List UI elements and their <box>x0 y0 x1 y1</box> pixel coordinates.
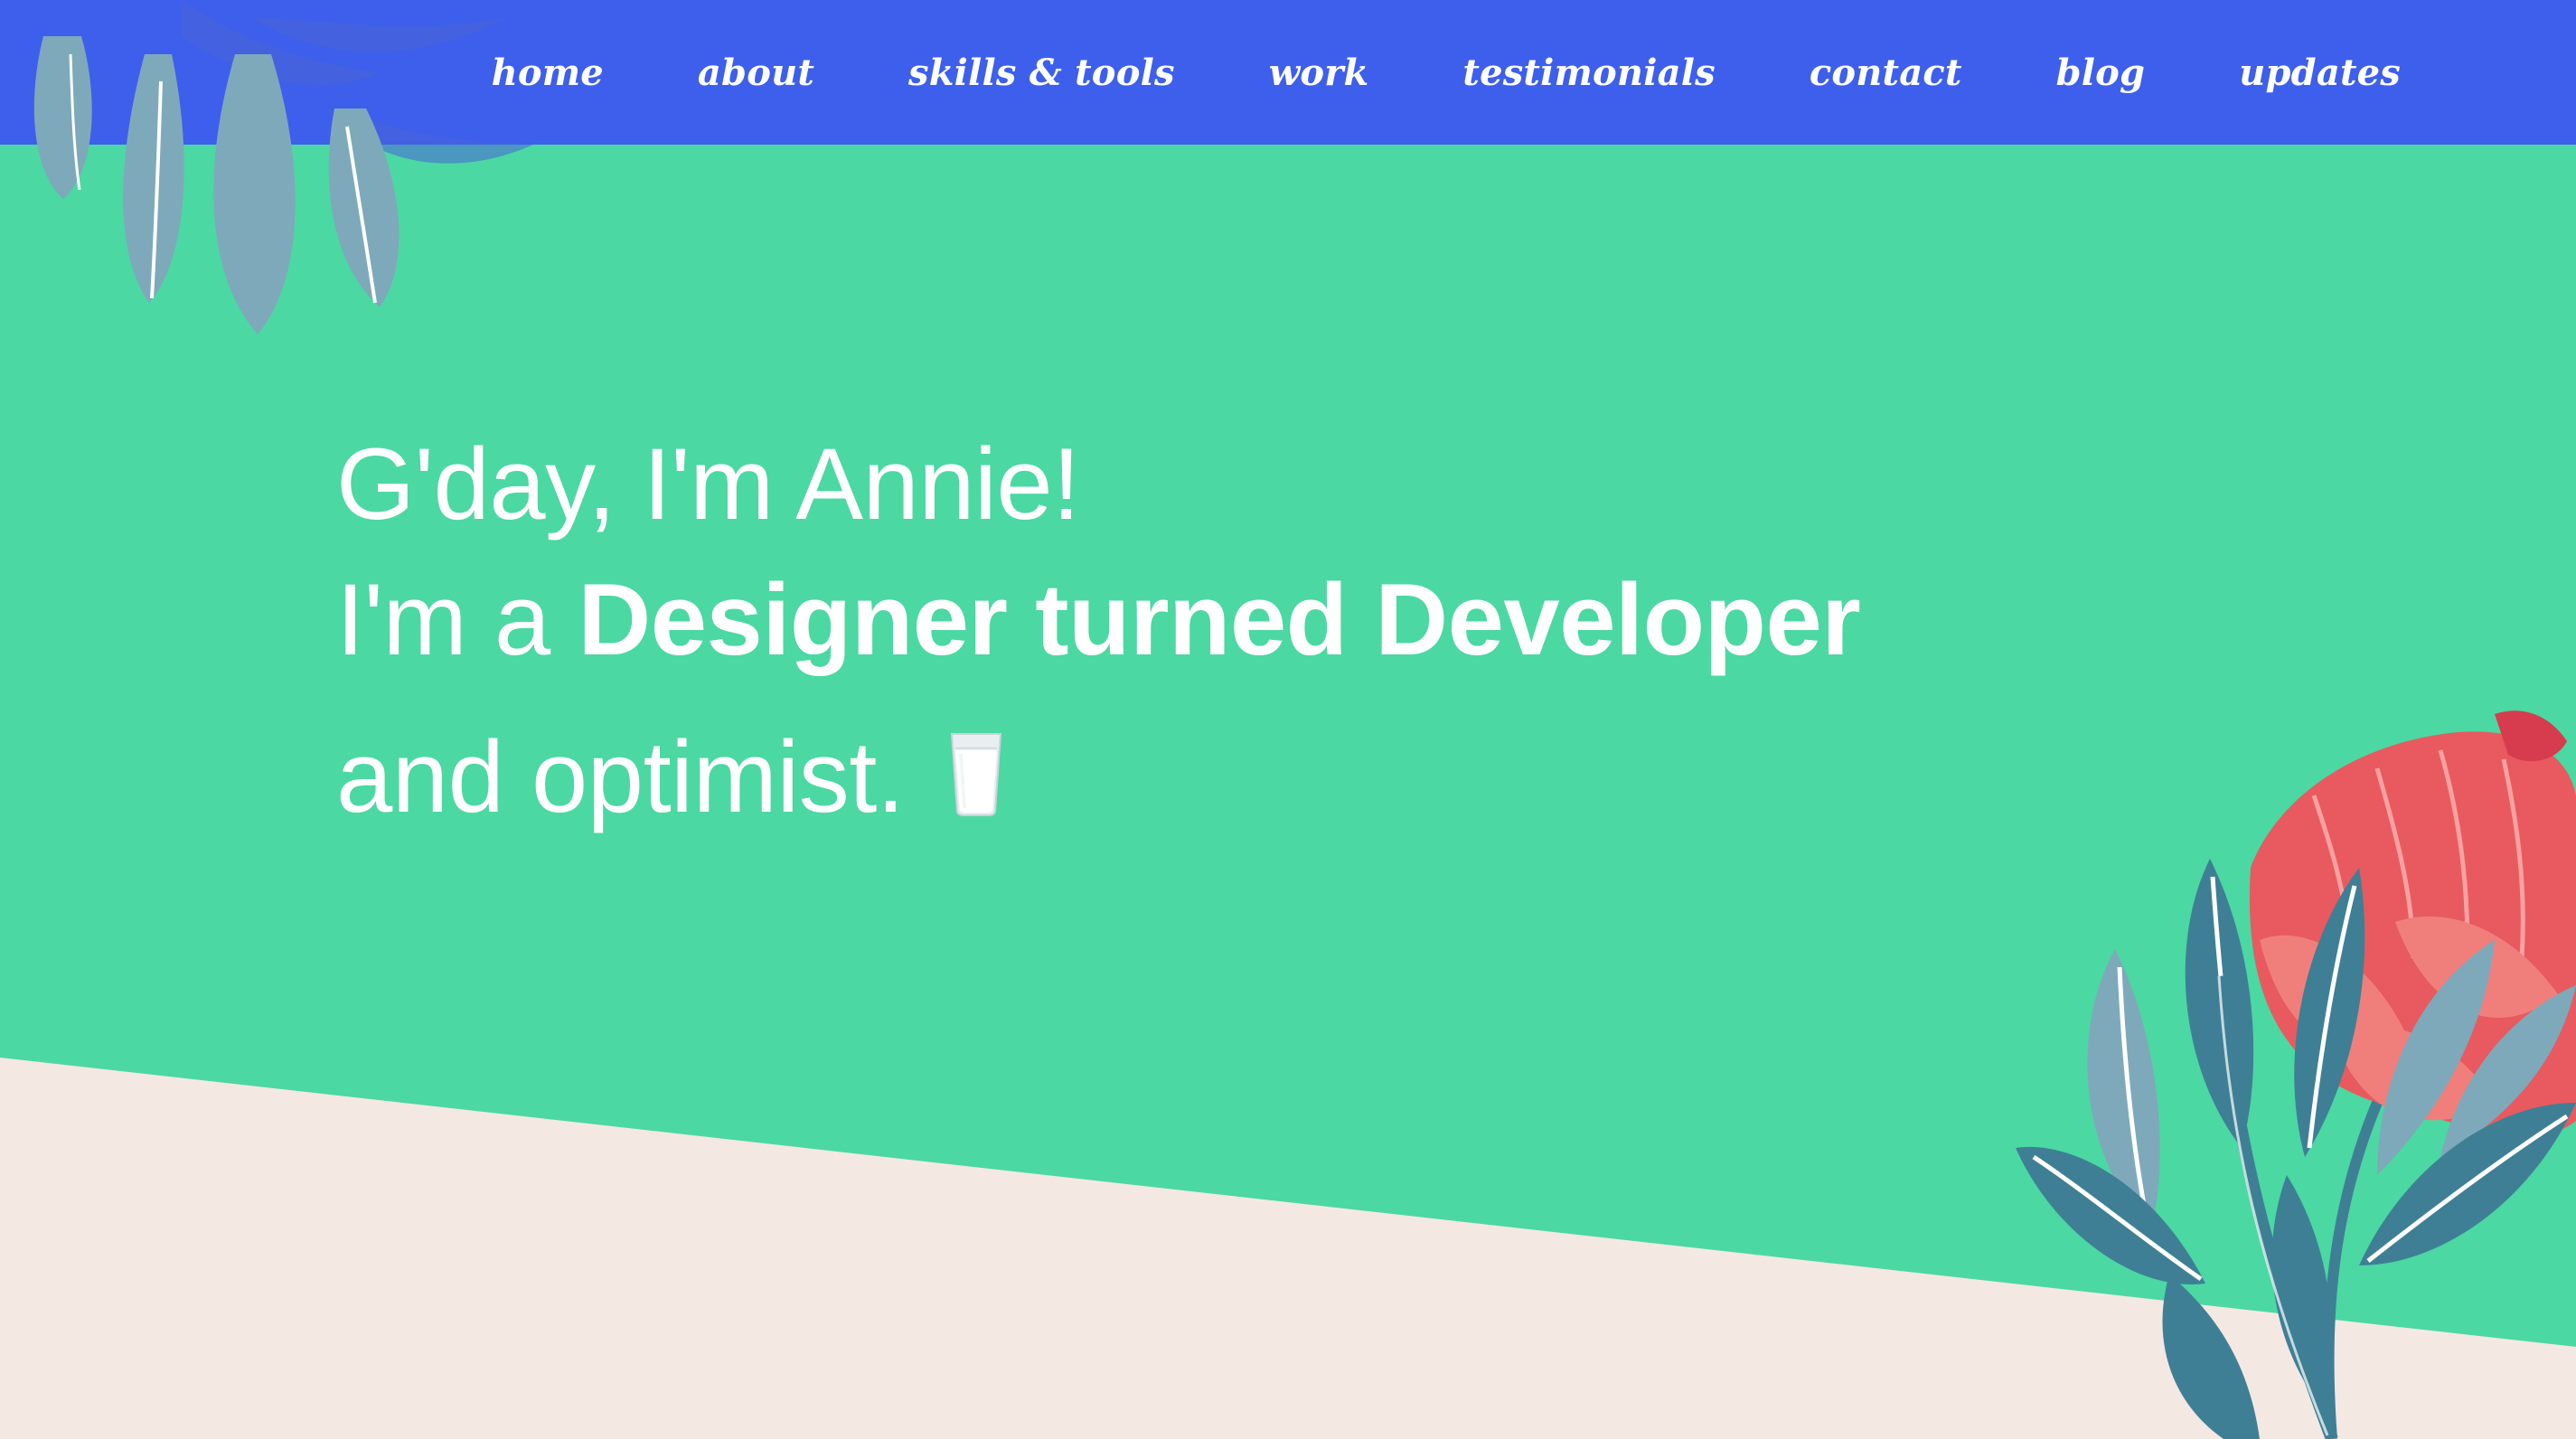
nav-link-testimonials[interactable]: testimonials <box>1462 52 1715 94</box>
nav-links: home about skills & tools work testimoni… <box>492 0 2401 145</box>
hero-tagline: and optimist. <box>336 720 905 833</box>
milk-glass-icon <box>951 733 1002 816</box>
decorative-leaves-top-left <box>33 0 533 334</box>
protea-flower-illustration <box>2016 710 2576 1439</box>
nav-link-skills-tools[interactable]: skills & tools <box>908 52 1175 94</box>
hero-intro: I'm a Designer turned Developer <box>336 569 1861 671</box>
nav-link-work[interactable]: work <box>1269 52 1369 94</box>
page: home about skills & tools work testimoni… <box>0 0 2576 1439</box>
nav-link-contact[interactable]: contact <box>1810 52 1962 94</box>
hero-intro-strong: Designer turned Developer <box>578 563 1861 676</box>
hero-tagline-row: and optimist. <box>336 725 1860 828</box>
nav-link-updates[interactable]: updates <box>2239 52 2401 94</box>
nav-link-blog[interactable]: blog <box>2056 52 2146 94</box>
hero-greeting: G'day, I'm Annie! <box>336 428 1080 541</box>
nav-link-about[interactable]: about <box>698 52 814 94</box>
hero-section: G'day, I'm Annie! I'm a Designer turned … <box>336 428 1861 828</box>
hero-intro-prefix: I'm a <box>336 563 578 676</box>
